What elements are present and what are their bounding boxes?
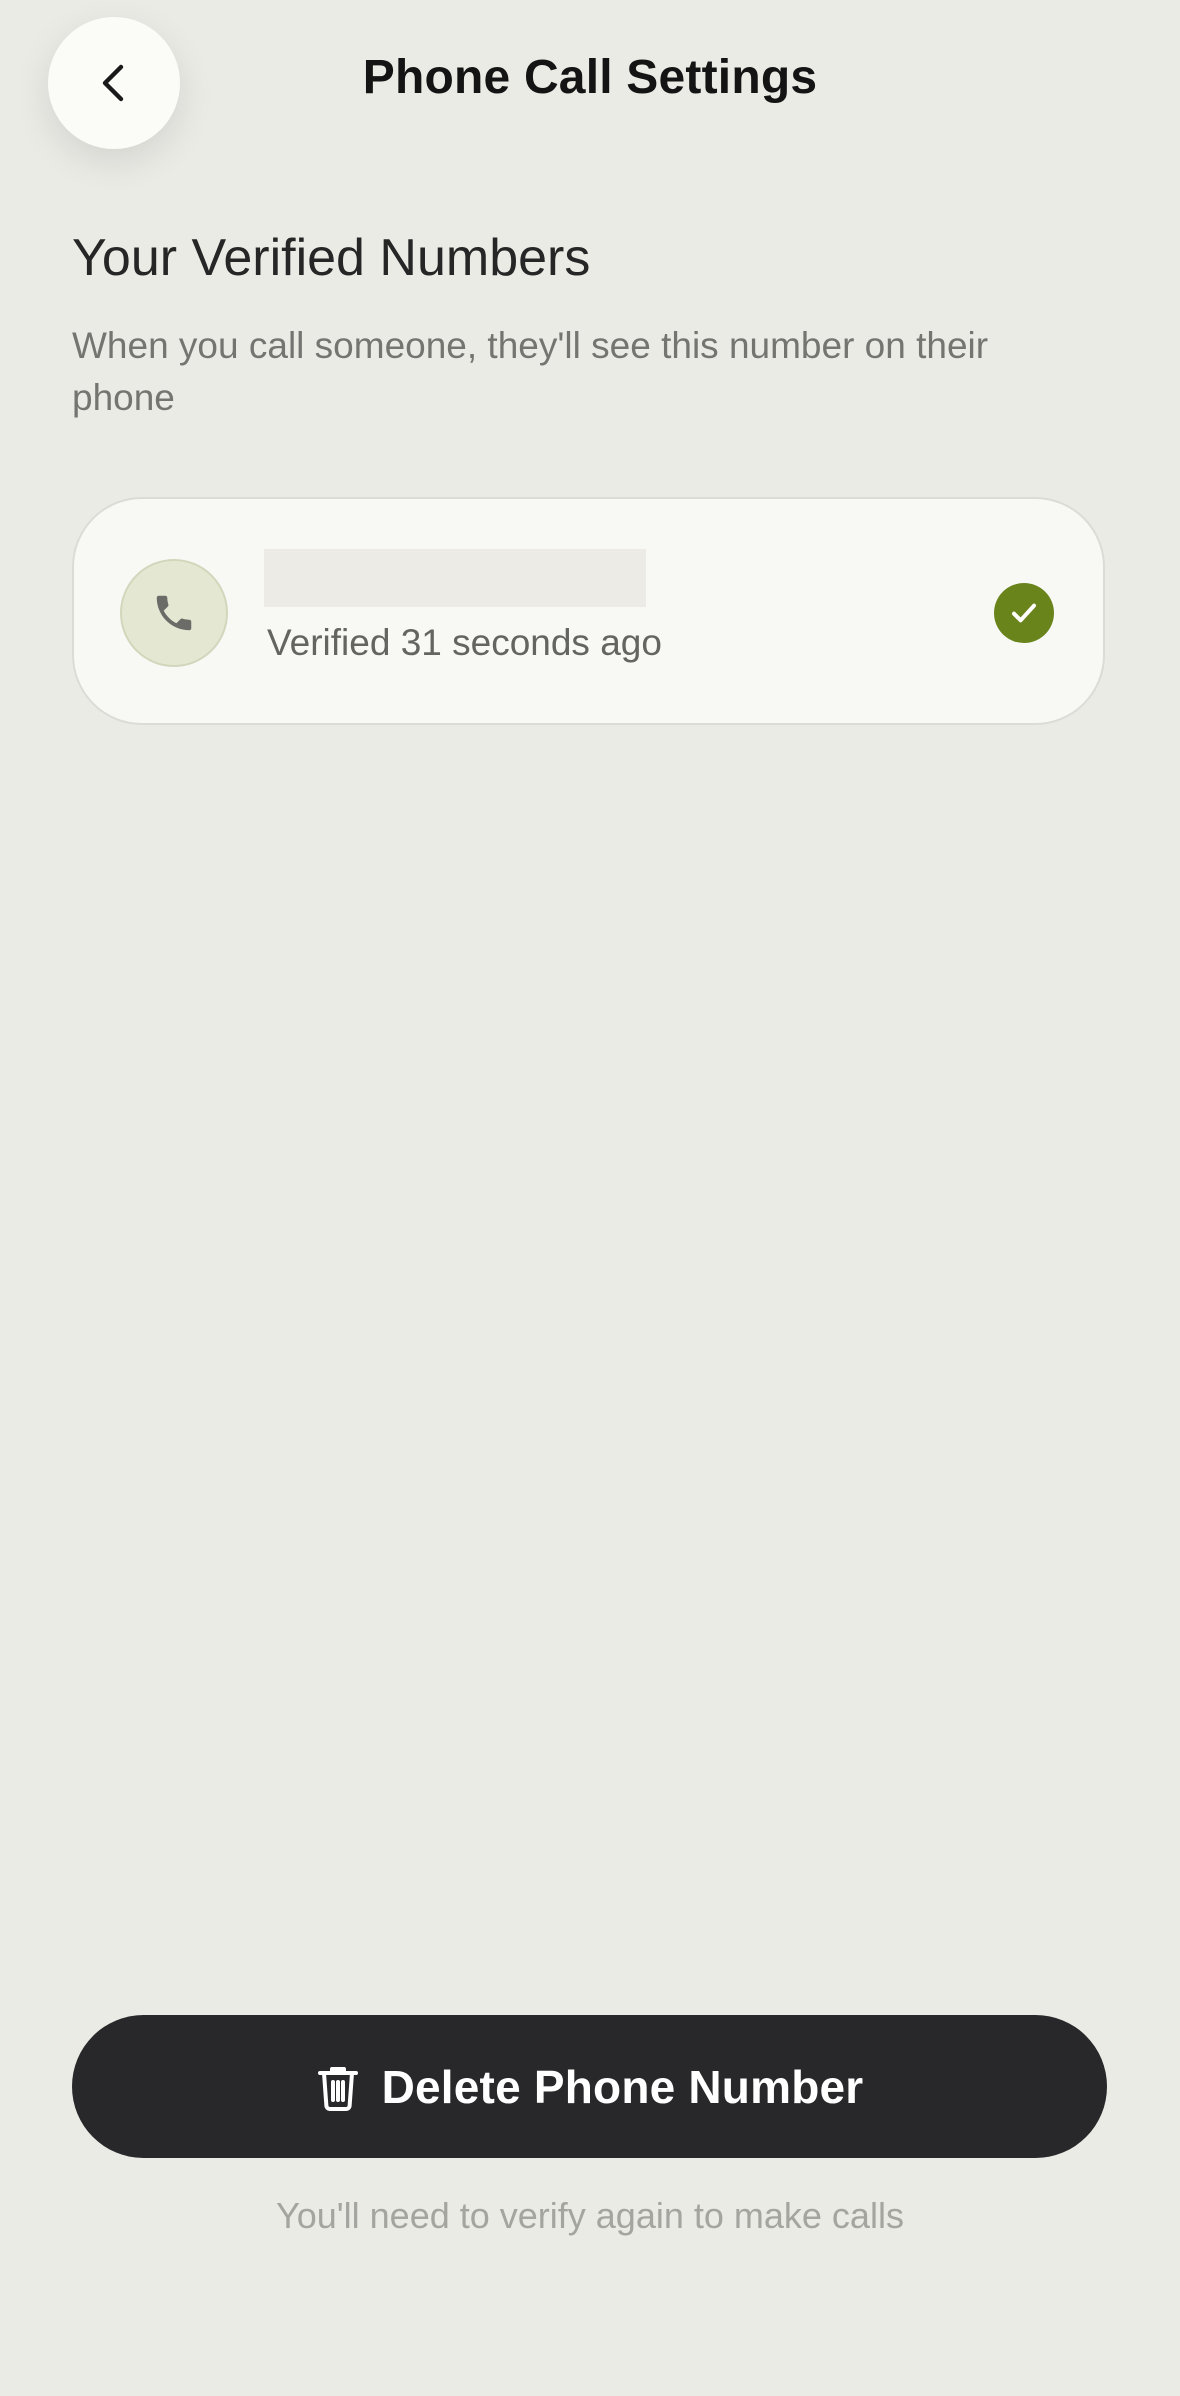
footer-note: You'll need to verify again to make call… [276, 2195, 904, 2236]
trash-icon [317, 2066, 358, 2111]
checkmark-icon [1012, 603, 1036, 623]
phone-number-redacted [264, 549, 646, 607]
verified-status-text: Verified 31 seconds ago [267, 622, 662, 663]
phone-icon [156, 595, 192, 631]
phone-avatar [120, 559, 228, 667]
delete-button-label: Delete Phone Number [381, 2060, 864, 2113]
delete-phone-number-button[interactable]: Delete Phone Number [72, 2015, 1107, 2158]
section-description: When you call someone, they'll see this … [72, 325, 989, 418]
verified-number-card[interactable]: Verified 31 seconds ago [72, 497, 1105, 725]
page-title: Phone Call Settings [362, 51, 818, 104]
verified-check-badge [994, 583, 1054, 643]
section-title: Your Verified Numbers [72, 229, 591, 287]
